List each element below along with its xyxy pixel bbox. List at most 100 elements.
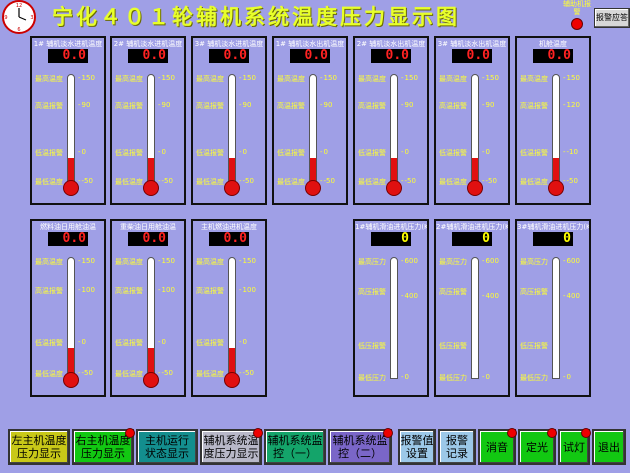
gauge-tick: 0	[78, 148, 86, 156]
toolbar-button[interactable]: 报警值 设置	[398, 429, 436, 465]
gauge-tick: 100	[158, 286, 175, 294]
gauge-tick: 150	[482, 74, 499, 82]
gauge-tick: 0	[482, 148, 490, 156]
gauge-label-alarm_hi: 高温报警	[115, 101, 143, 110]
toolbar-button[interactable]: 报警 记录	[438, 429, 476, 465]
gauge-tick: 150	[320, 74, 337, 82]
gauge-label-low: 最低温度	[35, 178, 63, 186]
gauge-level	[229, 158, 235, 182]
gauge-tube	[552, 74, 560, 183]
gauge-panel: 2#辅机滑油进机压力(KPa)0最高压力高压报警低压报警最低压力6004000	[434, 219, 510, 397]
toolbar-button[interactable]: 辅机系统监 控（一）	[264, 429, 326, 465]
gauge-value: 0.0	[128, 49, 168, 63]
svg-text:6: 6	[17, 27, 20, 33]
gauge-tick: 400	[482, 292, 499, 300]
gauge-tick: -50	[78, 369, 93, 377]
gauge-label-alarm_hi: 高温报警	[115, 287, 143, 296]
gauge-value: 0.0	[533, 49, 573, 63]
gauge-label-alarm_hi: 高温报警	[358, 101, 386, 110]
gauge-value: 0.0	[452, 49, 492, 63]
gauge-tube	[471, 74, 479, 183]
gauge-tick: 600	[401, 257, 418, 265]
gauge-tick: 0	[320, 148, 328, 156]
gauge-bulb	[63, 180, 79, 196]
gauge-label-alarm_hi: 高温报警	[277, 101, 305, 110]
gauge-panel: 燃料油日用舱油温0.0最高温度高温报警低温报警最低温度1501000-50	[30, 219, 106, 397]
gauge-tick: 0	[401, 148, 409, 156]
gauge-label-alarm_hi: 高温报警	[520, 101, 548, 110]
gauge-tick: -50	[239, 369, 254, 377]
gauge-bulb	[143, 180, 159, 196]
gauge-tick: 0	[239, 338, 247, 346]
toolbar-button[interactable]: 消音	[478, 428, 517, 465]
gauge-tube	[552, 257, 560, 379]
gauge-label-low: 最低温度	[520, 178, 548, 186]
gauge-tick: 150	[158, 257, 175, 265]
gauge-tick: 90	[401, 101, 414, 109]
gauge-tick: -50	[158, 369, 173, 377]
toolbar-button[interactable]: 右主机温度 压力显示	[72, 428, 135, 465]
toolbar-button[interactable]: 试灯	[558, 428, 591, 465]
gauge-label-alarm_hi: 高温报警	[196, 101, 224, 110]
gauge-bulb	[224, 180, 240, 196]
gauge-title: 3#辅机滑油进机压力(KPa)	[517, 223, 589, 231]
toolbar-button-label: 辅机系统监 控（二）	[332, 434, 388, 460]
gauge-tube	[471, 257, 479, 379]
gauge-value: 0.0	[48, 232, 88, 246]
gauge-label-alarm_lo: 低温报警	[115, 149, 143, 158]
gauge-tick: 150	[401, 74, 418, 82]
gauge-level	[229, 348, 235, 374]
gauge-bulb	[467, 180, 483, 196]
gauge-panel: 主机燃油进机温度0.0最高温度高温报警低温报警最低温度1501000-50	[191, 219, 267, 397]
gauge-tick: 150	[78, 257, 95, 265]
gauge-label-low: 最低温度	[196, 370, 224, 378]
gauge-tick: 0	[78, 338, 86, 346]
gauge-tick: 0	[563, 373, 571, 381]
gauge-tube	[309, 74, 317, 183]
gauge-label-low: 最低温度	[35, 370, 63, 378]
gauge-tick: 90	[78, 101, 91, 109]
toolbar-button-label: 辅机系统监 控（一）	[267, 434, 323, 460]
gauge-bulb	[548, 180, 564, 196]
gauge-level	[68, 348, 74, 374]
alarm-ack-button[interactable]: 报警应答	[594, 8, 630, 28]
svg-text:3: 3	[30, 15, 33, 21]
gauge-label-low: 最低压力	[439, 374, 467, 382]
gauge-tube	[147, 257, 155, 375]
gauge-tick: 150	[239, 74, 256, 82]
gauge-label-alarm_lo: 低温报警	[196, 149, 224, 158]
gauge-tick: 100	[78, 286, 95, 294]
gauge-tube	[228, 74, 236, 183]
gauge-label-alarm_hi: 高温报警	[35, 287, 63, 296]
gauge-tube	[67, 257, 75, 375]
gauge-level	[68, 158, 74, 182]
toolbar-button[interactable]: 辅机系统监 控（二）	[328, 428, 393, 465]
gauge-tick: 90	[158, 101, 171, 109]
toolbar-button[interactable]: 左主机温度 压力显示	[8, 429, 70, 465]
gauge-label-alarm_lo: 低温报警	[196, 338, 224, 347]
toolbar-button[interactable]: 退出	[592, 429, 626, 465]
indicator-light-icon	[581, 428, 591, 438]
gauge-label-high: 最高温度	[196, 75, 224, 83]
gauge-panel: 重柴油日用舱油温0.0最高温度高温报警低温报警最低温度1501000-50	[110, 219, 186, 397]
toolbar-button-label: 主机运行 状态显示	[145, 434, 189, 460]
gauge-value: 0.0	[48, 49, 88, 63]
gauge-level	[148, 348, 154, 374]
gauge-label-alarm_lo: 低温报警	[115, 338, 143, 347]
toolbar-button[interactable]: 主机运行 状态显示	[136, 429, 198, 465]
gauge-label-alarm_lo: 低温报警	[35, 149, 63, 158]
toolbar-button[interactable]: 定光	[518, 428, 557, 465]
toolbar-button[interactable]: 辅机系统温 度压力显示	[200, 428, 263, 465]
gauge-level	[472, 158, 478, 182]
gauge-value: 0.0	[209, 49, 249, 63]
gauge-tick: -50	[563, 177, 578, 185]
gauge-tick: 90	[482, 101, 495, 109]
indicator-light-icon	[383, 428, 393, 438]
gauge-label-alarm_hi: 高温报警	[196, 287, 224, 296]
gauge-level	[391, 158, 397, 182]
gauge-label-alarm_lo: 低温报警	[35, 338, 63, 347]
gauge-tick: 150	[239, 257, 256, 265]
gauge-label-high: 最高压力	[520, 258, 548, 266]
gauge-bulb	[143, 372, 159, 388]
gauge-label-high: 最高温度	[439, 75, 467, 83]
